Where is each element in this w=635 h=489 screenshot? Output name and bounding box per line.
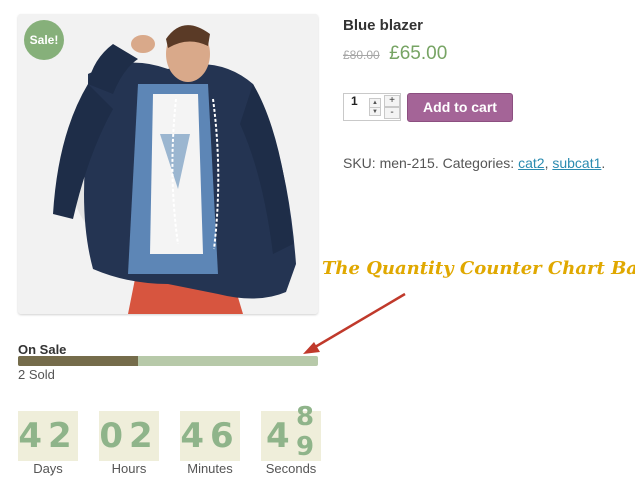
category-link-cat2[interactable]: cat2 (518, 155, 544, 171)
hours-value: 02 (99, 411, 159, 461)
sale-badge: Sale! (24, 20, 64, 60)
days-value: 42 (18, 411, 78, 461)
quantity-stepper[interactable]: 1 ▲ ▼ + - (343, 93, 401, 121)
product-meta: SKU: men-215. Categories: cat2, subcat1. (343, 155, 605, 171)
countdown-minutes: 46 Minutes (180, 411, 240, 477)
sold-progress-bar (18, 356, 318, 366)
annotation-arrow-icon (303, 292, 406, 354)
seconds-digit-2-flip-out: 8 (296, 402, 315, 432)
sale-price: £65.00 (389, 43, 448, 64)
quantity-minus-button[interactable]: - (384, 107, 400, 119)
on-sale-label: On Sale (18, 342, 67, 357)
days-label: Days (33, 461, 63, 476)
sku-text: SKU: men-215. Categories: (343, 155, 519, 171)
category-link-subcat1[interactable]: subcat1 (552, 155, 601, 171)
quantity-spinner[interactable]: ▲ ▼ (369, 98, 381, 116)
regular-price: £80.00 (343, 48, 380, 62)
quantity-input[interactable]: 1 (351, 94, 358, 108)
product-title: Blue blazer (343, 17, 424, 34)
hours-label: Hours (111, 461, 147, 476)
product-photo (18, 14, 318, 314)
seconds-digit-2-flip-in: 9 (296, 432, 315, 462)
add-to-cart-button[interactable]: Add to cart (407, 93, 513, 122)
sold-progress-fill (18, 356, 138, 366)
countdown-days: 42 Days (18, 411, 78, 477)
price: £80.00 £65.00 (343, 43, 447, 65)
quantity-plus-button[interactable]: + (384, 95, 400, 107)
spinner-up-icon[interactable]: ▲ (370, 99, 380, 107)
spinner-down-icon[interactable]: ▼ (370, 107, 380, 116)
sold-count: 2 Sold (18, 367, 55, 382)
meta-end: . (601, 155, 606, 171)
countdown-seconds: 4 8 9 Seconds (261, 403, 321, 477)
annotation-text: The Quantity Counter Chart Bar (322, 258, 635, 279)
countdown-hours: 02 Hours (99, 411, 159, 477)
minutes-label: Minutes (187, 461, 233, 476)
product-image[interactable]: Sale! (18, 14, 318, 314)
minutes-value: 46 (180, 411, 240, 461)
seconds-digit-1: 4 (266, 416, 290, 456)
seconds-value: 4 8 9 (261, 403, 321, 462)
seconds-label: Seconds (265, 461, 317, 476)
